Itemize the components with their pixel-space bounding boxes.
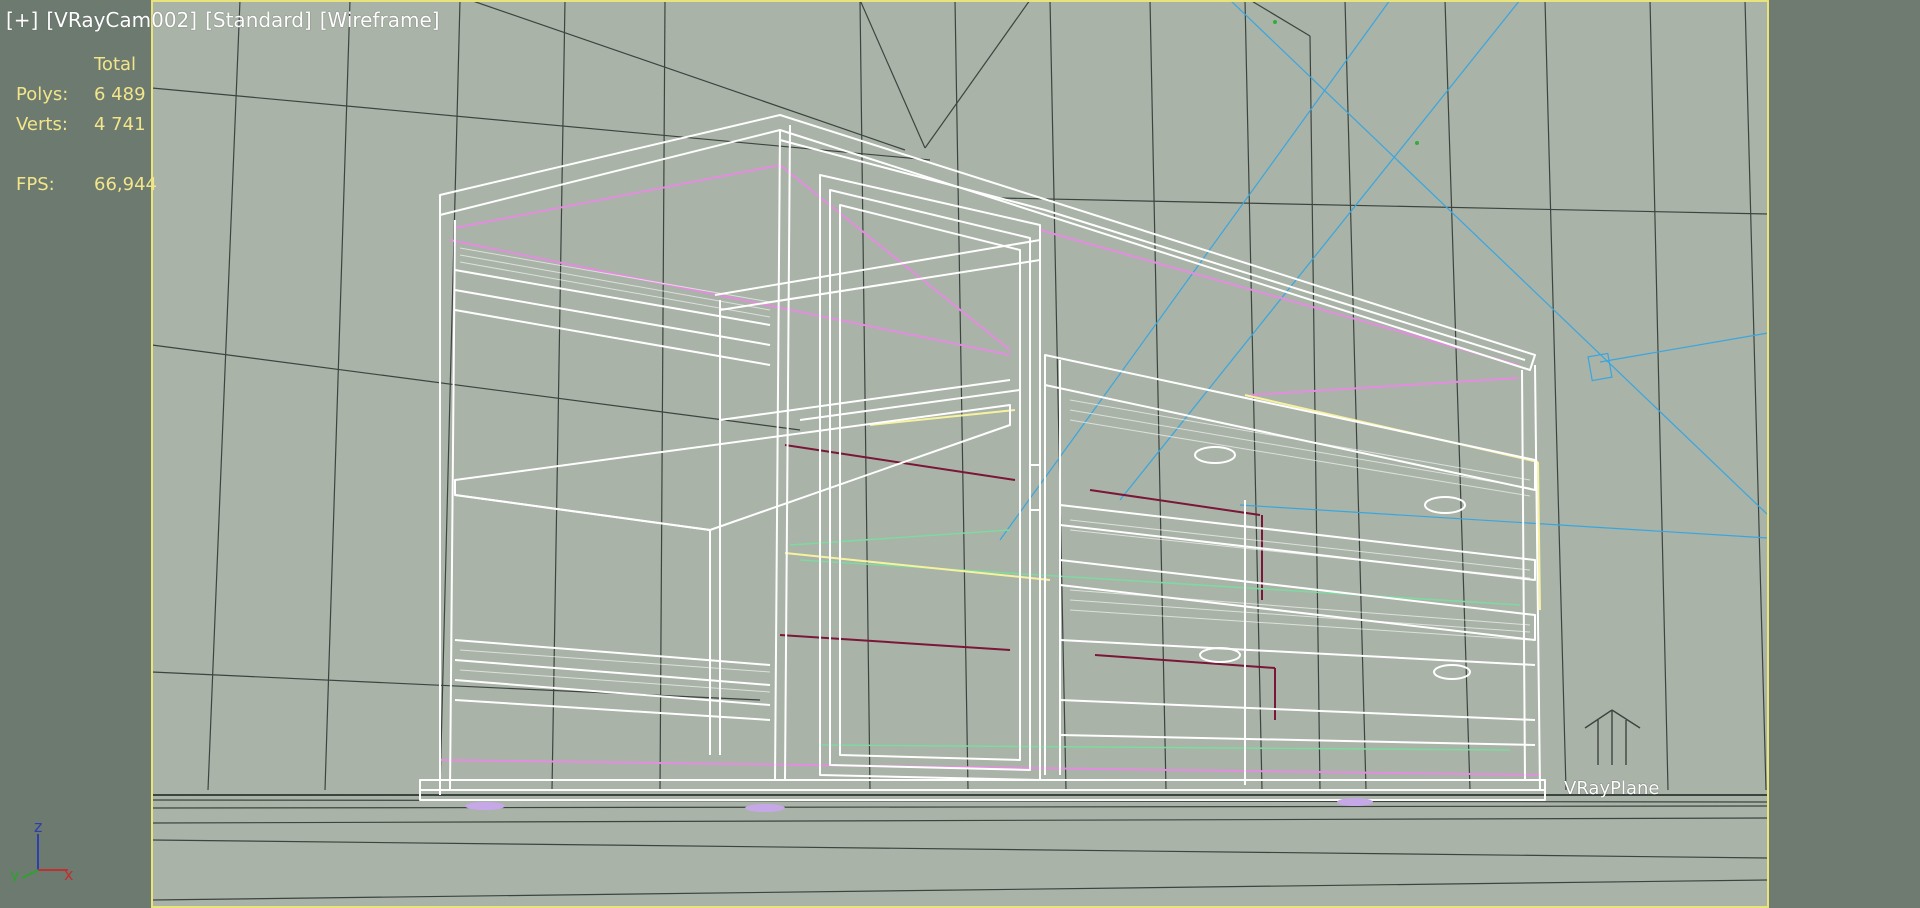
- z-axis-label: z: [34, 818, 42, 836]
- y-axis-label: y: [10, 865, 19, 882]
- viewport-label-menu[interactable]: [+] [VRayCam002] [Standard] [Wireframe]: [0, 0, 1920, 40]
- axis-gizmo: z y x: [6, 817, 78, 884]
- stats-verts-label: Verts:: [16, 114, 68, 135]
- viewport-statistics: Total Polys: 6 489 Verts: 4 741 FPS: 66,…: [16, 50, 164, 200]
- y-axis-line: [21, 869, 39, 879]
- vray-plane-label: VRayPlane: [1564, 778, 1660, 799]
- stats-polys-value: 6 489: [94, 84, 146, 105]
- viewport-canvas[interactable]: [0, 0, 1920, 908]
- stats-polys-label: Polys:: [16, 84, 69, 105]
- viewport-shading-standard-menu[interactable]: [Standard]: [205, 8, 312, 32]
- stats-verts-value: 4 741: [94, 114, 146, 135]
- viewport-plus-menu[interactable]: [+]: [6, 8, 38, 32]
- viewport-camera-menu[interactable]: [VRayCam002]: [46, 8, 197, 32]
- x-axis-label: x: [64, 865, 73, 882]
- stats-header-total: Total: [94, 54, 137, 75]
- stats-fps-value: 66,944: [94, 174, 157, 195]
- viewport-root: [+] [VRayCam002] [Standard] [Wireframe] …: [0, 0, 1920, 908]
- viewport-shading-mode-menu[interactable]: [Wireframe]: [320, 8, 440, 32]
- stats-fps-label: FPS:: [16, 174, 55, 195]
